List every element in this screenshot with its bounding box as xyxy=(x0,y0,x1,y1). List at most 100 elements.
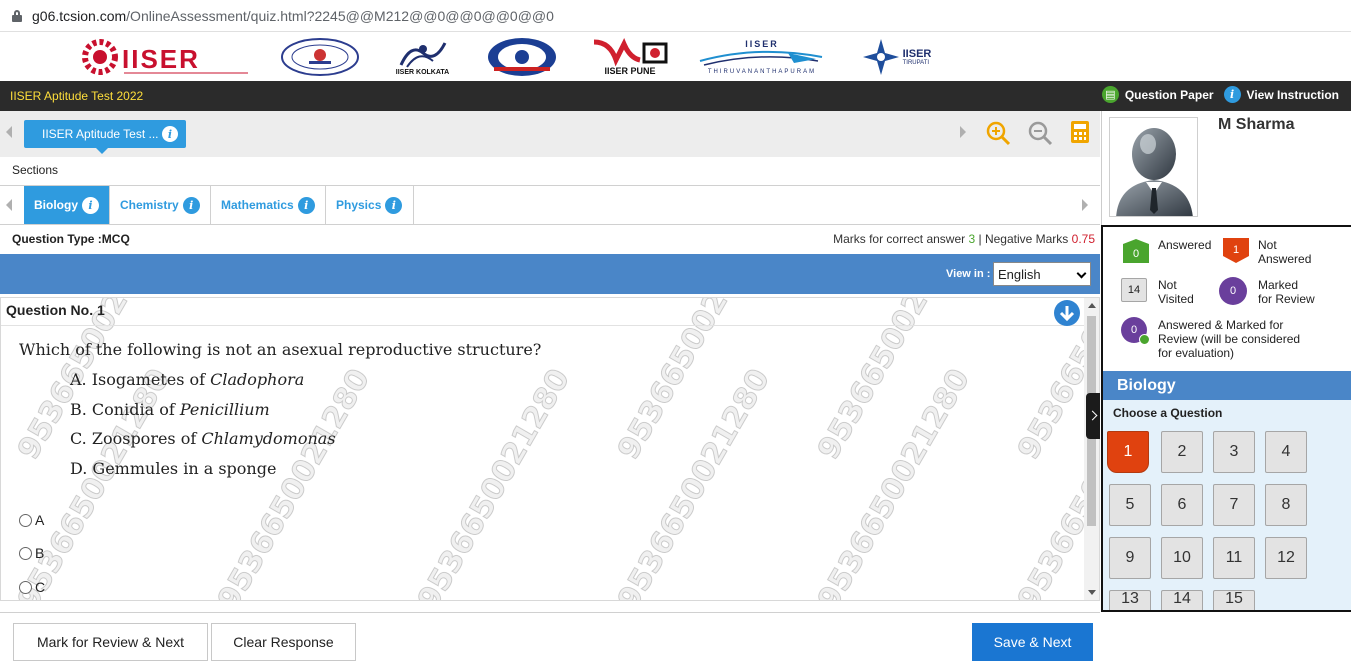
scroll-down-button[interactable] xyxy=(1054,300,1080,326)
check-icon xyxy=(1139,334,1150,345)
choice-label: C xyxy=(35,579,46,595)
answered-badge-icon: 0 xyxy=(1121,238,1151,267)
action-bar: Mark for Review & Next Clear Response Sa… xyxy=(0,612,1100,668)
browser-url-bar[interactable]: g06.tcsion.com/OnlineAssessment/quiz.htm… xyxy=(0,0,1351,32)
question-button-9[interactable]: 9 xyxy=(1109,537,1151,579)
chevron-down-icon xyxy=(1076,268,1087,279)
choice-c-radio[interactable]: C xyxy=(19,579,45,595)
info-icon[interactable]: i xyxy=(297,196,315,214)
sections-label: Sections xyxy=(12,163,59,177)
question-pane: 9536650021280 9536650021280 953665002128… xyxy=(0,297,1100,601)
test-tab[interactable]: IISER Aptitude Test ... i xyxy=(24,120,186,154)
calculator-icon[interactable] xyxy=(1070,120,1090,144)
question-button-13[interactable]: 13 xyxy=(1109,590,1151,610)
test-tab-strip: IISER Aptitude Test ... i xyxy=(0,111,1100,157)
test-tab-label: IISER Aptitude Test ... xyxy=(42,127,159,141)
tab-mathematics[interactable]: Mathematics i xyxy=(211,186,326,224)
sections-scroll-left-icon[interactable] xyxy=(6,199,12,211)
iiser-logo: IISER xyxy=(78,36,253,78)
language-bar: View in : English xyxy=(0,254,1100,294)
not-visited-label: Not Visited xyxy=(1158,278,1194,306)
exam-title: IISER Aptitude Test 2022 xyxy=(10,89,144,103)
scroll-up-arrow-icon[interactable] xyxy=(1088,303,1096,308)
language-selected: English xyxy=(998,266,1041,282)
clear-response-button[interactable]: Clear Response xyxy=(211,623,356,661)
question-button-6[interactable]: 6 xyxy=(1161,484,1203,526)
watermark: 9536650021280 xyxy=(811,362,978,601)
arrow-down-icon xyxy=(1059,306,1075,322)
marks-info: Marks for correct answer 3 | Negative Ma… xyxy=(833,232,1095,246)
view-instruction-label: View Instruction xyxy=(1246,87,1339,102)
choice-label: B xyxy=(35,545,45,561)
question-button-4[interactable]: 4 xyxy=(1265,431,1307,473)
iiser-tirupati-logo: IISER TIRUPATI xyxy=(850,36,942,78)
document-icon: ▤ xyxy=(1101,86,1119,103)
question-type: Question Type :MCQ xyxy=(12,232,130,246)
sections-scroll-right-icon[interactable] xyxy=(1082,199,1088,211)
user-avatar-icon xyxy=(1116,128,1193,216)
tab-biology[interactable]: Biology i xyxy=(24,186,110,224)
info-icon[interactable]: i xyxy=(182,196,200,214)
info-icon[interactable]: i xyxy=(162,126,178,142)
question-button-5[interactable]: 5 xyxy=(1109,484,1151,526)
tab-physics-label: Physics xyxy=(336,198,382,212)
choice-label: A xyxy=(35,512,45,528)
save-next-button[interactable]: Save & Next xyxy=(972,623,1093,661)
option-c-text: C. Zoospores of Chlamydomonas xyxy=(70,429,336,448)
iiser-tvm-logo: IISER THIRUVANANTHAPURAM xyxy=(697,36,827,78)
status-legend: 0 Answered 1 Not Answered 14 Not Visited 0… xyxy=(1101,225,1351,371)
tab-physics[interactable]: Physics i xyxy=(326,186,414,224)
palette-subtitle: Choose a Question xyxy=(1113,406,1223,420)
question-scrollbar[interactable] xyxy=(1084,298,1099,600)
question-button-12[interactable]: 12 xyxy=(1265,537,1307,579)
info-icon[interactable]: i xyxy=(385,196,403,214)
lock-icon xyxy=(12,9,22,22)
question-button-1[interactable]: 1 xyxy=(1107,431,1149,473)
question-button-7[interactable]: 7 xyxy=(1213,484,1255,526)
radio-button[interactable] xyxy=(19,546,32,560)
question-button-15[interactable]: 15 xyxy=(1213,590,1255,610)
question-button-3[interactable]: 3 xyxy=(1213,431,1255,473)
question-button-10[interactable]: 10 xyxy=(1161,537,1203,579)
scroll-left-arrow-icon[interactable] xyxy=(6,126,12,138)
answered-marked-label: Answered & Marked for Review (will be con… xyxy=(1158,318,1301,360)
collapse-panel-button[interactable] xyxy=(1086,393,1100,439)
not-answered-badge-icon: 1 xyxy=(1221,236,1251,267)
iiser-kolkata-logo: IISER KOLKATA xyxy=(385,36,460,78)
question-button-14[interactable]: 14 xyxy=(1161,590,1203,610)
exam-header: IISER Aptitude Test 2022 ▤ Question Pape… xyxy=(0,81,1351,111)
section-tabs: Biology i Chemistry i Mathematics i Phys… xyxy=(0,185,1100,225)
info-icon[interactable]: i xyxy=(82,196,99,214)
question-button-2[interactable]: 2 xyxy=(1161,431,1203,473)
watermark: 9536650021280 xyxy=(411,362,578,601)
url-text[interactable]: g06.tcsion.com/OnlineAssessment/quiz.htm… xyxy=(32,8,554,24)
tab-chemistry[interactable]: Chemistry i xyxy=(110,186,211,224)
choice-a-radio[interactable]: A xyxy=(19,512,44,528)
zoom-out-icon[interactable] xyxy=(1027,120,1053,146)
question-paper-link[interactable]: ▤ Question Paper xyxy=(1101,86,1214,103)
choice-b-radio[interactable]: B xyxy=(19,545,44,561)
marks-prefix: Marks for correct answer xyxy=(833,232,969,246)
language-select[interactable]: English xyxy=(993,262,1091,286)
zoom-in-icon[interactable] xyxy=(985,120,1011,146)
candidate-name: M Sharma xyxy=(1218,116,1295,133)
radio-button[interactable] xyxy=(19,580,32,594)
view-instruction-link[interactable]: i View Instruction xyxy=(1223,86,1339,103)
iiser-mohali-seal-logo xyxy=(486,36,558,78)
question-button-11[interactable]: 11 xyxy=(1213,537,1255,579)
candidate-profile: M Sharma xyxy=(1101,111,1351,225)
view-in-label: View in : xyxy=(946,268,991,280)
tab-mathematics-label: Mathematics xyxy=(221,198,294,212)
scroll-down-arrow-icon[interactable] xyxy=(1088,590,1096,595)
marked-review-label: Marked for Review xyxy=(1258,278,1315,306)
answered-label: Answered xyxy=(1158,238,1212,252)
mark-review-next-button[interactable]: Mark for Review & Next xyxy=(13,623,208,661)
institute-logos: IISER IISER KOLKATA IISER PUNE IISER THI… xyxy=(0,32,1351,81)
question-button-8[interactable]: 8 xyxy=(1265,484,1307,526)
iiser-pune-logo: IISER PUNE xyxy=(585,36,675,78)
radio-button[interactable] xyxy=(19,513,32,527)
scroll-right-arrow-icon[interactable] xyxy=(960,126,966,138)
question-text: Which of the following is not an asexual… xyxy=(19,340,542,359)
watermark: 9536650021280 xyxy=(11,362,178,601)
marks-separator: | Negative Marks xyxy=(975,232,1072,246)
